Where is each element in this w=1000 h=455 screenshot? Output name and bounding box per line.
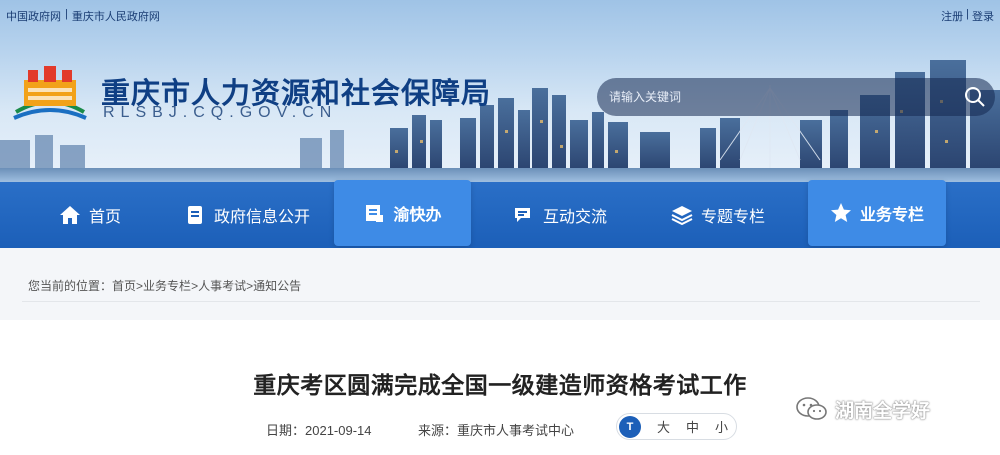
main-nav: 首页 政府信息公开 渝快办 互动交流 专题专栏 业务专栏: [0, 180, 1000, 248]
top-right-links: 注册 | 登录: [941, 8, 994, 24]
font-size-medium[interactable]: 中: [686, 417, 699, 436]
date-value: 2021-09-14: [305, 423, 372, 438]
top-link-separator: |: [65, 8, 68, 20]
star-icon: [830, 203, 851, 222]
watermark-text: 湖南全学好: [835, 400, 931, 422]
wechat-icon: [796, 397, 827, 420]
watermark: 湖南全学好: [795, 395, 930, 423]
nav-item-business[interactable]: 业务专栏: [808, 180, 946, 246]
home-icon: [59, 206, 80, 224]
source-label: 来源：: [418, 423, 458, 438]
font-size-control: T 大 中 小: [616, 413, 737, 440]
breadcrumb-separator: >: [191, 278, 199, 293]
breadcrumb-separator: >: [246, 278, 254, 293]
nav-label-gov-info: 政府信息公开: [213, 209, 310, 226]
nav-divider: [0, 248, 1000, 260]
article-source: 来源：重庆市人事考试中心: [418, 420, 574, 439]
breadcrumb-business[interactable]: 业务专栏: [143, 277, 191, 294]
search-input[interactable]: [609, 78, 955, 116]
site-logo[interactable]: [10, 62, 90, 124]
nav-item-home[interactable]: 首页: [28, 182, 152, 248]
document-icon: [187, 206, 202, 224]
site-domain: RLSBJ.CQ.GOV.CN: [103, 104, 338, 121]
chat-icon: [514, 208, 530, 222]
nav-item-topics[interactable]: 专题专栏: [650, 182, 786, 248]
top-right-separator: |: [966, 8, 969, 20]
search-box: [597, 78, 995, 116]
nav-label-topics: 专题专栏: [700, 209, 765, 226]
service-icon: [366, 205, 384, 222]
nav-label-business: 业务专栏: [859, 207, 924, 224]
article-date: 日期：2021-09-14: [266, 420, 372, 439]
nav-item-yukuaiban[interactable]: 渝快办: [334, 180, 471, 246]
login-link[interactable]: 登录: [972, 8, 994, 24]
link-gov-cn[interactable]: 中国政府网: [6, 8, 61, 24]
nav-label-interaction: 互动交流: [542, 209, 607, 226]
search-button[interactable]: [955, 78, 995, 116]
nav-item-gov-info[interactable]: 政府信息公开: [166, 182, 328, 248]
search-icon: [965, 87, 985, 107]
source-value: 重庆市人事考试中心: [457, 423, 575, 438]
breadcrumb-notice[interactable]: 通知公告: [253, 277, 301, 294]
date-label: 日期：: [266, 423, 306, 438]
link-cq-gov[interactable]: 重庆市人民政府网: [72, 8, 160, 24]
breadcrumb-personnel-exam[interactable]: 人事考试: [198, 277, 246, 294]
breadcrumb-separator: >: [136, 278, 144, 293]
layers-icon: [671, 206, 693, 226]
font-size-large[interactable]: 大: [657, 417, 670, 436]
font-size-small[interactable]: 小: [715, 417, 728, 436]
top-left-links: 中国政府网 | 重庆市人民政府网: [6, 8, 160, 24]
nav-label-yukuaiban: 渝快办: [393, 207, 442, 224]
breadcrumb-home[interactable]: 首页: [112, 277, 136, 294]
register-link[interactable]: 注册: [941, 8, 963, 24]
nav-item-interaction[interactable]: 互动交流: [490, 182, 630, 248]
breadcrumb-prefix: 您当前的位置：: [28, 279, 113, 293]
header-banner: 中国政府网 | 重庆市人民政府网 注册 | 登录 重庆市人力资源和社会保障局 R…: [0, 0, 1000, 182]
font-size-icon: T: [619, 415, 641, 438]
breadcrumb: 您当前的位置： 首页 > 业务专栏 > 人事考试 > 通知公告: [22, 270, 980, 302]
nav-label-home: 首页: [88, 209, 121, 226]
